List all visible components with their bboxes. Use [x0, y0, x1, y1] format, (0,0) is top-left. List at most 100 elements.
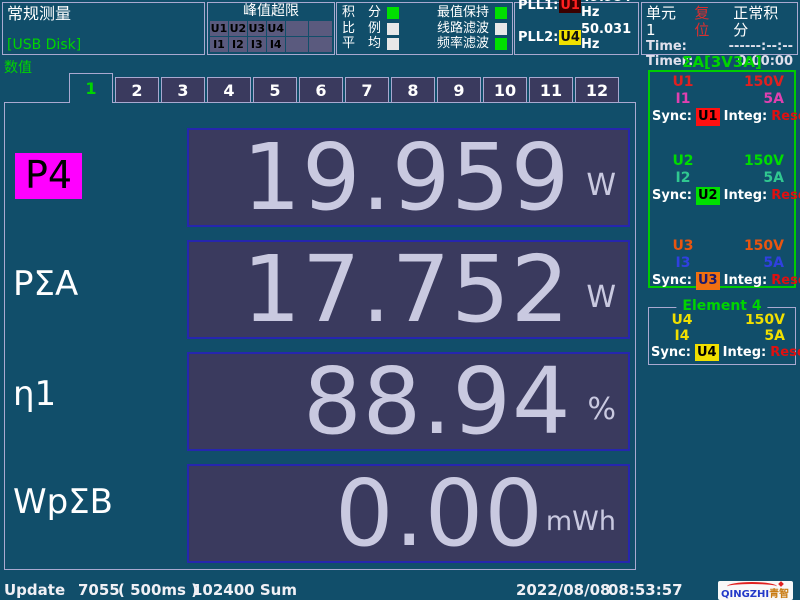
element2-voltage-channel: U2: [650, 153, 716, 170]
peak-cell-u2: U2: [229, 21, 247, 36]
element1-voltage-channel: U1: [650, 74, 716, 91]
value-digits: 19.959: [242, 132, 570, 224]
element3-group: U3 150V I3 5A Sync: U3 Integ: Reset: [650, 238, 794, 290]
update-count: 7055: [78, 581, 120, 599]
tab-page-6[interactable]: 6: [299, 77, 343, 103]
indicator-integration: 积 分: [342, 6, 399, 20]
peak-cell-i2: I2: [229, 37, 247, 52]
sync-label: Sync:: [652, 108, 692, 126]
tab-page-5[interactable]: 5: [253, 77, 297, 103]
indicator-label: 平 均: [342, 37, 381, 51]
unit-label: 单元1: [646, 5, 685, 39]
measurement-panel: P4 19.959 W PΣA 17.752 W η1 88.94 % WpΣB…: [4, 102, 636, 570]
indicator-line-filter: 线路滤波: [437, 22, 507, 36]
tab-page-9[interactable]: 9: [437, 77, 481, 103]
pll1-label: PLL1:: [518, 0, 558, 13]
element2-integ-state: Reset: [771, 187, 800, 205]
value-digits: 0.00: [335, 468, 544, 560]
element3-integ-state: Reset: [771, 272, 800, 290]
peak-cell-u1: U1: [210, 21, 228, 36]
value-unit: W: [586, 280, 616, 315]
peak-over-limit-title: 峰值超限: [210, 3, 332, 20]
element1-group: U1 150V I1 5A Sync: U1 Integ: Reset: [650, 74, 794, 126]
tab-page-2[interactable]: 2: [115, 77, 159, 103]
usb-disk-status: [USB Disk]: [7, 37, 81, 53]
peak-cell-i-spare1: [286, 37, 309, 52]
integ-mode: 正常积分: [733, 5, 793, 39]
unit-integration-box: 单元1 复位 正常积分 Time: ------:--:-- Timer: 0:…: [641, 2, 798, 55]
value-unit: %: [587, 392, 616, 427]
peak-cell-i-spare2: [309, 37, 332, 52]
pll2-source-badge: U4: [559, 30, 581, 45]
tab-page-3[interactable]: 3: [161, 77, 205, 103]
sync-label: Sync:: [652, 272, 692, 290]
peak-current-row: I1 I2 I3 I4: [210, 37, 332, 52]
tab-page-7[interactable]: 7: [345, 77, 389, 103]
status-time: 08:53:57: [608, 581, 683, 599]
measurement-label-p4[interactable]: P4: [15, 153, 82, 199]
measurement-label-psigma-a[interactable]: PΣA: [13, 266, 78, 303]
element2-current-channel: I2: [650, 170, 716, 187]
indicator-label: 频率滤波: [437, 37, 489, 51]
measurement-value-p4[interactable]: 19.959 W: [187, 128, 630, 227]
measurement-label-eta1[interactable]: η1: [13, 376, 56, 413]
scaling-status-light: [387, 23, 399, 35]
sync-label: Sync:: [652, 187, 692, 205]
pll2-frequency: 50.031 Hz: [581, 22, 635, 52]
element2-group: U2 150V I2 5A Sync: U2 Integ: Reset: [650, 153, 794, 205]
peak-cell-i4: I4: [267, 37, 285, 52]
indicator-max-hold: 最值保持: [437, 6, 507, 20]
logo-brand-cn: 青智: [769, 589, 789, 600]
measurement-label-wp-sigma-b[interactable]: WpΣB: [13, 484, 113, 521]
indicator-averaging: 平 均: [342, 37, 399, 51]
pll-box: PLL1: U1 49.984 Hz PLL2: U4 50.031 Hz: [514, 2, 639, 55]
indicator-freq-filter: 频率滤波: [437, 37, 507, 51]
tab-page-1[interactable]: 1: [69, 73, 113, 103]
page-tabbar: 1 2 3 4 5 6 7 8 9 10 11 12: [69, 73, 619, 103]
value-unit: W: [586, 168, 616, 203]
element4-voltage-channel: U4: [649, 312, 715, 328]
element4-panel: Element 4 U4 150V I4 5A Sync: U4 Integ: …: [648, 307, 796, 365]
element4-sync-source-badge: U4: [695, 344, 719, 361]
time-label: Time:: [646, 39, 687, 54]
integ-label: Integ:: [724, 272, 768, 290]
element3-current-range: 5A: [716, 255, 784, 272]
sync-label: Sync:: [651, 344, 691, 361]
element3-voltage-range: 150V: [716, 238, 784, 255]
integ-label: Integ:: [724, 187, 768, 205]
indicator-scaling: 比 例: [342, 22, 399, 36]
integ-time-row: Time: ------:--:--: [646, 39, 793, 54]
tab-page-11[interactable]: 11: [529, 77, 573, 103]
element1-voltage-range: 150V: [716, 74, 784, 91]
element4-voltage-range: 150V: [715, 312, 785, 328]
integ-label: Integ:: [723, 344, 767, 361]
unit-status-row: 单元1 复位 正常积分: [646, 5, 793, 39]
update-label: Update: [4, 581, 65, 599]
peak-cell-u3: U3: [248, 21, 266, 36]
integ-label: Integ:: [724, 108, 768, 126]
value-digits: 88.94: [303, 356, 571, 448]
qingzhi-logo: QINGZHI青智: [718, 581, 793, 600]
peak-voltage-row: U1 U2 U3 U4: [210, 21, 332, 36]
measurement-value-wp-sigma-b[interactable]: 0.00 mWh: [187, 464, 630, 563]
measurement-value-eta1[interactable]: 88.94 %: [187, 352, 630, 451]
measurement-value-psigma-a[interactable]: 17.752 W: [187, 240, 630, 339]
max-hold-status-light: [495, 7, 507, 19]
element4-current-range: 5A: [715, 328, 785, 344]
element1-integ-state: Reset: [771, 108, 800, 126]
pll1-frequency: 49.984 Hz: [581, 0, 635, 20]
element2-sync-source-badge: U2: [696, 187, 720, 205]
peak-cell-u4: U4: [267, 21, 285, 36]
indicator-col-left: 积 分 比 例 平 均: [342, 6, 399, 51]
wiring-group-panel: U1 150V I1 5A Sync: U1 Integ: Reset U2 1…: [648, 70, 796, 288]
peak-cell-i3: I3: [248, 37, 266, 52]
indicator-label: 比 例: [342, 22, 381, 36]
element1-current-channel: I1: [650, 91, 716, 108]
tab-page-8[interactable]: 8: [391, 77, 435, 103]
pll2-label: PLL2:: [518, 30, 558, 45]
tab-page-10[interactable]: 10: [483, 77, 527, 103]
time-value: ------:--:--: [729, 39, 793, 54]
tab-page-12[interactable]: 12: [575, 77, 619, 103]
tab-page-4[interactable]: 4: [207, 77, 251, 103]
integ-reset-state: 复位: [694, 5, 724, 39]
